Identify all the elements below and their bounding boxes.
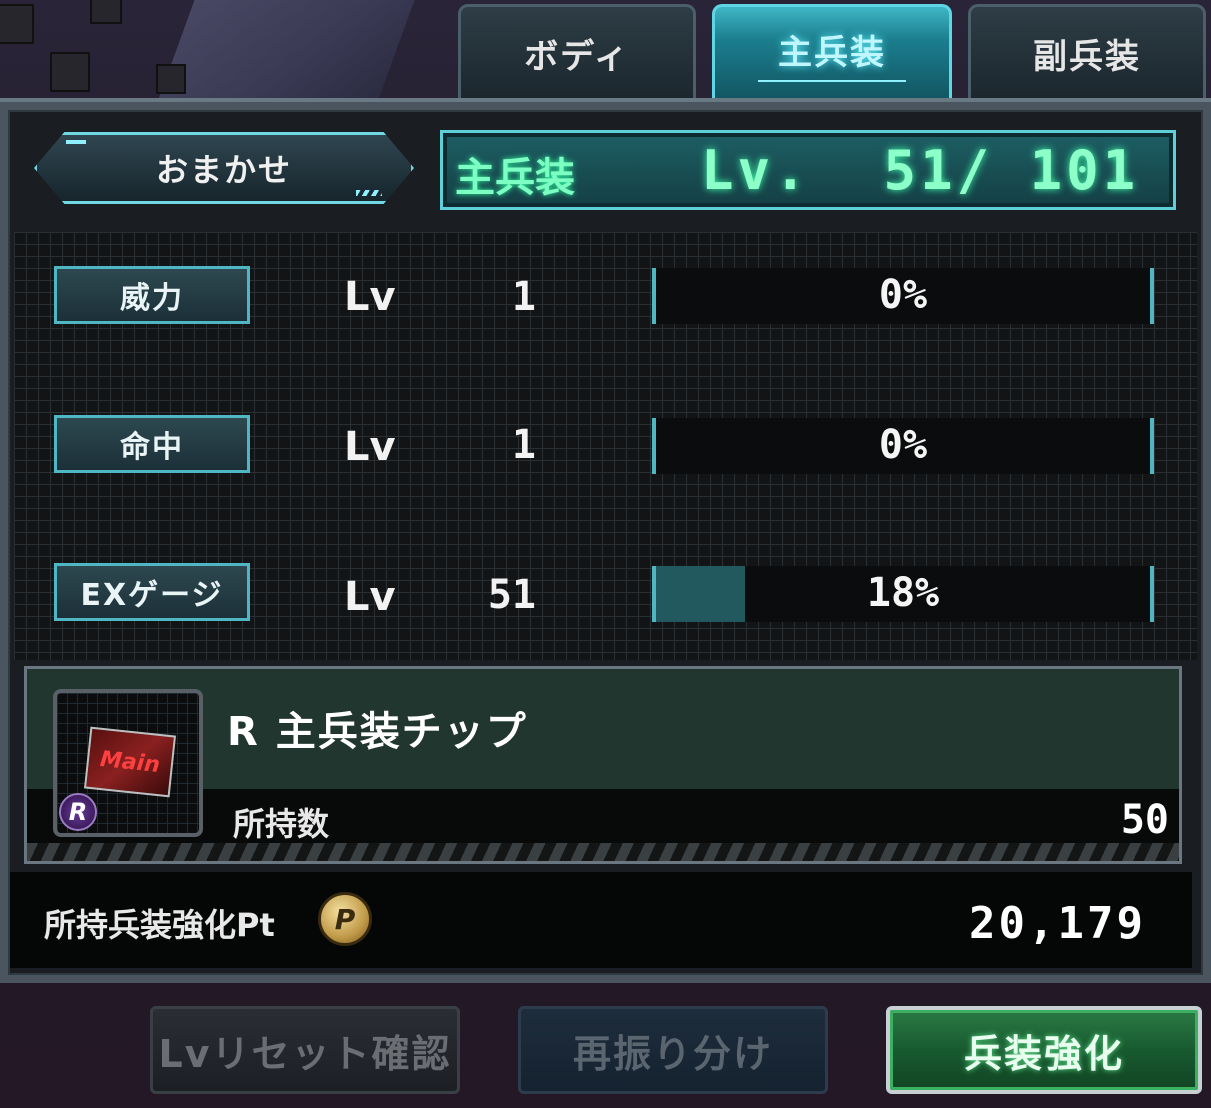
- auto-assign-tick: [356, 190, 382, 196]
- point-coin-icon: P: [318, 892, 372, 946]
- background-art: [0, 0, 460, 110]
- auto-assign-highlight: [66, 140, 86, 144]
- tab-main-weapon-label: 主兵装: [758, 25, 906, 82]
- background-square: [0, 4, 34, 44]
- tab-main-weapon[interactable]: 主兵装: [712, 4, 952, 100]
- level-reset-button[interactable]: Lvリセット確認: [150, 1006, 460, 1094]
- stat-progress-bar: 18%: [652, 566, 1154, 622]
- enhance-points-row: 所持兵装強化Pt P 20,179: [10, 872, 1192, 968]
- background-square: [156, 64, 186, 94]
- chip-count-label: 所持数: [233, 805, 330, 843]
- enhance-points-label: 所持兵装強化Pt: [44, 906, 275, 944]
- main-weapon-chip-icon: Main R: [53, 689, 203, 837]
- stat-lv-label: Lv: [344, 424, 396, 470]
- weapon-level-display: 主兵装 Lv. 51/ 101: [440, 130, 1176, 210]
- weapon-level-title: 主兵装: [455, 155, 575, 201]
- stat-lv-label: Lv: [344, 574, 396, 620]
- chip-count-value: 50: [1120, 797, 1169, 843]
- redistribute-label: 再振り分け: [572, 1031, 773, 1076]
- background-square: [90, 0, 122, 24]
- enhance-weapon-button[interactable]: 兵装強化: [886, 1006, 1202, 1094]
- stat-lv-label: Lv: [344, 274, 396, 320]
- chip-card-graphic: Main: [83, 726, 177, 798]
- chip-info-box: Main R R 主兵装チップ 所持数 50: [24, 666, 1182, 864]
- rarity-badge-icon: R: [59, 793, 97, 831]
- stat-label-ex-gauge: EXゲージ: [54, 563, 250, 621]
- enhance-weapon-label: 兵装強化: [963, 1031, 1124, 1076]
- auto-assign-label: おまかせ: [155, 151, 292, 189]
- background-shape: [154, 0, 426, 110]
- stat-level-value: 1: [511, 422, 536, 468]
- level-reset-label: Lvリセット確認: [158, 1031, 452, 1076]
- stat-label-accuracy: 命中: [54, 415, 250, 473]
- stat-level-value: 51: [487, 572, 536, 618]
- chip-name: R 主兵装チップ: [227, 709, 528, 755]
- tab-sub-weapon-label: 副兵装: [1033, 37, 1141, 77]
- chip-hazard-stripes: [27, 843, 1179, 861]
- tab-body-label: ボディ: [524, 37, 630, 77]
- stat-progress-bar: 0%: [652, 268, 1154, 324]
- stat-percent: 0%: [878, 422, 928, 468]
- stat-progress-bar: 0%: [652, 418, 1154, 474]
- tab-sub-weapon[interactable]: 副兵装: [968, 4, 1206, 100]
- redistribute-button[interactable]: 再振り分け: [518, 1006, 828, 1094]
- stat-percent: 0%: [878, 272, 928, 318]
- stat-percent: 18%: [866, 570, 940, 616]
- enhance-points-value: 20,179: [969, 898, 1146, 949]
- weapon-level-text: Lv. 51/ 101: [701, 139, 1140, 202]
- tab-body[interactable]: ボディ: [458, 4, 696, 100]
- stat-label-power: 威力: [54, 266, 250, 324]
- background-square: [50, 52, 90, 92]
- stat-level-value: 1: [511, 274, 536, 320]
